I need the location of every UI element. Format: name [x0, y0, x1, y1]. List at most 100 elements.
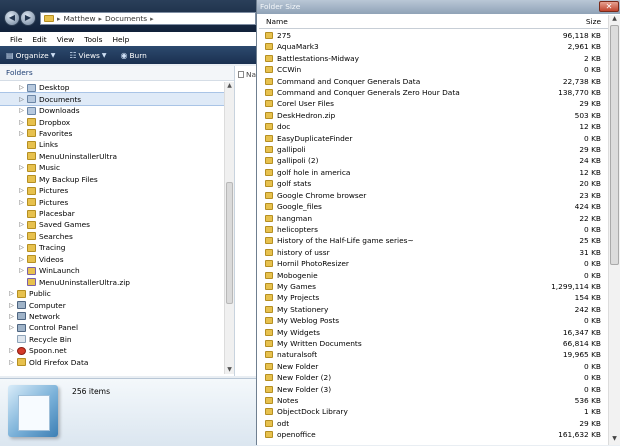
list-item[interactable]: New Folder 0 KB: [259, 361, 609, 372]
menu-help[interactable]: Help: [112, 35, 129, 44]
views-button[interactable]: ☷ Views ▼: [69, 51, 106, 60]
expand-arrow-icon[interactable]: ▷: [18, 199, 25, 206]
menu-tools[interactable]: Tools: [84, 35, 102, 44]
list-item[interactable]: openoffice 161,632 KB: [259, 429, 609, 440]
list-item[interactable]: naturalsoft 19,965 KB: [259, 349, 609, 360]
expand-arrow-icon[interactable]: ▷: [18, 119, 25, 126]
navigation-scrollbar[interactable]: ▲ ▼: [224, 82, 234, 374]
list-item[interactable]: golf stats 20 KB: [259, 178, 609, 189]
tree-item[interactable]: ▷ Music: [0, 162, 226, 173]
size-column-header[interactable]: Size: [586, 17, 601, 26]
list-item[interactable]: New Folder (2) 0 KB: [259, 372, 609, 383]
back-button[interactable]: ◀: [4, 10, 20, 26]
name-column-header[interactable]: Name: [266, 17, 288, 26]
expand-arrow-icon[interactable]: ▷: [18, 84, 25, 91]
tree-item[interactable]: MenuUninstallerUltra: [0, 151, 226, 162]
list-item[interactable]: ObjectDock Library 1 KB: [259, 406, 609, 417]
burn-button[interactable]: ◉ Burn: [121, 51, 147, 60]
list-item[interactable]: Command and Conquer Generals Zero Hour D…: [259, 87, 609, 98]
breadcrumb-segment[interactable]: Matthew: [64, 14, 96, 23]
expand-arrow-icon[interactable]: ▷: [8, 324, 15, 331]
list-item[interactable]: History of the Half-Life game series~ 25 …: [259, 235, 609, 246]
list-item[interactable]: doc 12 KB: [259, 121, 609, 132]
scroll-up-icon[interactable]: ▲: [609, 15, 620, 25]
expand-arrow-icon[interactable]: ▷: [8, 313, 15, 320]
tree-item[interactable]: ▷ Pictures: [0, 196, 226, 207]
list-item[interactable]: DeskHedron.zip 503 KB: [259, 110, 609, 121]
tree-item[interactable]: ▷ Computer: [0, 299, 226, 310]
list-item[interactable]: gallipoli 29 KB: [259, 144, 609, 155]
tree-item[interactable]: ▷ Downloads: [0, 105, 226, 116]
close-button[interactable]: ✕: [599, 1, 619, 12]
tree-item[interactable]: Recycle Bin: [0, 334, 226, 345]
list-item[interactable]: Notes 536 KB: [259, 395, 609, 406]
tree-item[interactable]: ▷ Network: [0, 311, 226, 322]
scroll-down-icon[interactable]: ▼: [609, 435, 620, 445]
tree-item[interactable]: MenuUninstallerUltra.zip: [0, 276, 226, 287]
list-item[interactable]: Google_files 424 KB: [259, 201, 609, 212]
tree-item[interactable]: ▷ Pictures: [0, 185, 226, 196]
scrollbar-thumb[interactable]: [610, 25, 619, 265]
menu-file[interactable]: File: [10, 35, 22, 44]
list-item[interactable]: golf hole in america 12 KB: [259, 167, 609, 178]
organize-button[interactable]: ▤ Organize ▼: [6, 51, 55, 60]
tree-item[interactable]: ▷ Documents: [0, 92, 227, 106]
expand-arrow-icon[interactable]: ▷: [8, 302, 15, 309]
list-item[interactable]: Corel User Files 29 KB: [259, 98, 609, 109]
breadcrumb-segment[interactable]: Documents: [105, 14, 147, 23]
scrollbar-thumb[interactable]: [226, 182, 233, 304]
tree-item[interactable]: ▷ Dropbox: [0, 116, 226, 127]
tree-item[interactable]: ▷ Favorites: [0, 128, 226, 139]
expand-arrow-icon[interactable]: ▷: [18, 221, 25, 228]
expand-arrow-icon[interactable]: ▷: [18, 187, 25, 194]
expand-arrow-icon[interactable]: ▷: [18, 233, 25, 240]
list-item[interactable]: Hornil PhotoResizer 0 KB: [259, 258, 609, 269]
expand-arrow-icon[interactable]: ▷: [18, 130, 25, 137]
expand-arrow-icon[interactable]: ▷: [8, 290, 15, 297]
expand-arrow-icon[interactable]: ▷: [18, 164, 25, 171]
list-scrollbar[interactable]: ▲ ▼: [608, 15, 620, 445]
tree-item[interactable]: My Backup Files: [0, 174, 226, 185]
list-item[interactable]: New Folder (3) 0 KB: [259, 384, 609, 395]
title-bar[interactable]: Folder Size ✕: [257, 0, 620, 14]
list-item[interactable]: Google Chrome browser 23 KB: [259, 190, 609, 201]
tree-item[interactable]: ▷ Public: [0, 288, 226, 299]
list-item[interactable]: My Projects 154 KB: [259, 292, 609, 303]
list-item[interactable]: My Widgets 16,347 KB: [259, 327, 609, 338]
tree-item[interactable]: ▷ Tracing: [0, 242, 226, 253]
tree-item[interactable]: ▷ Searches: [0, 231, 226, 242]
menu-view[interactable]: View: [57, 35, 75, 44]
tree-item[interactable]: Links: [0, 139, 226, 150]
list-item[interactable]: hangman 22 KB: [259, 213, 609, 224]
expand-arrow-icon[interactable]: ▷: [18, 96, 25, 103]
list-item[interactable]: CCWin 0 KB: [259, 64, 609, 75]
list-item[interactable]: My Stationery 242 KB: [259, 304, 609, 315]
tree-item[interactable]: Placesbar: [0, 208, 226, 219]
list-item[interactable]: helicopters 0 KB: [259, 224, 609, 235]
list-item[interactable]: My Weblog Posts 0 KB: [259, 315, 609, 326]
expand-arrow-icon[interactable]: ▷: [8, 359, 15, 366]
expand-arrow-icon[interactable]: ▷: [18, 244, 25, 251]
tree-item[interactable]: ▷ Old Firefox Data: [0, 357, 226, 368]
list-item[interactable]: Command and Conquer Generals Data 22,738 …: [259, 76, 609, 87]
tree-item[interactable]: ▷ Saved Games: [0, 219, 226, 230]
address-bar[interactable]: ▸ Matthew ▸ Documents ▸: [40, 12, 256, 25]
tree-item[interactable]: ▷ Spoon.net: [0, 345, 226, 356]
list-item[interactable]: 275 96,118 KB: [259, 30, 609, 41]
expand-arrow-icon[interactable]: ▷: [18, 267, 25, 274]
name-column-header[interactable]: Na: [238, 69, 256, 79]
list-item[interactable]: history of ussr 31 KB: [259, 247, 609, 258]
list-item[interactable]: odt 29 KB: [259, 418, 609, 429]
select-all-checkbox[interactable]: [238, 70, 244, 78]
tree-item[interactable]: ▷ Videos: [0, 254, 226, 265]
scroll-down-icon[interactable]: ▼: [225, 366, 234, 374]
tree-item[interactable]: ▷ Control Panel: [0, 322, 226, 333]
folders-header[interactable]: Folders: [0, 66, 234, 81]
list-item[interactable]: Battlestations-Midway 2 KB: [259, 53, 609, 64]
list-item[interactable]: gallipoli (2) 24 KB: [259, 155, 609, 166]
forward-button[interactable]: ▶: [20, 10, 36, 26]
list-item[interactable]: My Written Documents 66,814 KB: [259, 338, 609, 349]
expand-arrow-icon[interactable]: ▷: [18, 256, 25, 263]
expand-arrow-icon[interactable]: ▷: [8, 347, 15, 354]
list-item[interactable]: My Games 1,299,114 KB: [259, 281, 609, 292]
